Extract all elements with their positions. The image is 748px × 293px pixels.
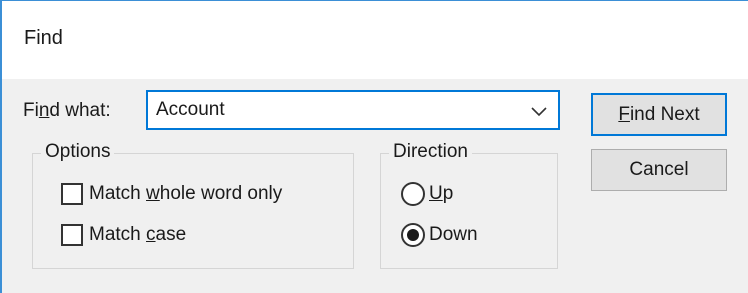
direction-group: Direction Up Down xyxy=(380,141,558,269)
chevron-down-icon[interactable] xyxy=(526,98,552,124)
find-what-input[interactable] xyxy=(150,94,520,126)
match-case-label-suffix: ase xyxy=(155,224,187,245)
direction-up-label-suffix: p xyxy=(442,183,454,204)
match-case-label-mnemonic: c xyxy=(146,224,156,245)
title-bar[interactable]: Find xyxy=(2,1,748,79)
find-what-label-prefix: Fi xyxy=(23,100,39,121)
match-whole-word-label-prefix: Match xyxy=(89,183,147,204)
find-next-button-suffix: ind Next xyxy=(629,103,700,125)
find-next-button-mnemonic: F xyxy=(618,103,630,125)
match-case-label-prefix: Match xyxy=(89,224,147,245)
match-whole-word-label-mnemonic: w xyxy=(146,183,160,204)
find-next-button[interactable]: Find Next xyxy=(591,93,727,136)
match-whole-word-checkbox[interactable] xyxy=(61,183,83,205)
find-what-label: Find what: xyxy=(23,100,111,122)
dialog-client-area: Find what: Options Match whole word only… xyxy=(2,79,748,293)
direction-up-radio-row[interactable]: Up xyxy=(401,182,453,206)
direction-up-radio[interactable] xyxy=(401,182,425,206)
direction-up-label: Up xyxy=(429,183,453,205)
find-what-combobox[interactable] xyxy=(146,90,560,130)
cancel-button-label: Cancel xyxy=(629,159,689,180)
direction-down-radio-row[interactable]: Down xyxy=(401,223,478,247)
find-next-button-label: Find Next xyxy=(618,104,699,126)
dialog-title: Find xyxy=(24,27,63,49)
direction-down-label: Down xyxy=(429,224,478,245)
match-whole-word-label-suffix: hole word only xyxy=(159,183,283,204)
cancel-button[interactable]: Cancel xyxy=(591,149,727,191)
find-what-label-suffix: d what: xyxy=(49,100,111,121)
options-legend: Options xyxy=(41,141,115,163)
direction-up-label-mnemonic: U xyxy=(429,183,443,204)
find-dialog: Find Find what: Options Match whole word… xyxy=(0,0,748,293)
direction-legend: Direction xyxy=(389,141,472,163)
match-case-checkbox-row[interactable]: Match case xyxy=(61,224,186,246)
match-case-checkbox[interactable] xyxy=(61,224,83,246)
match-whole-word-checkbox-row[interactable]: Match whole word only xyxy=(61,183,282,205)
options-group: Options Match whole word only Match case xyxy=(32,141,354,269)
match-whole-word-label: Match whole word only xyxy=(89,183,282,205)
match-case-label: Match case xyxy=(89,224,186,246)
find-what-label-mnemonic: n xyxy=(38,100,50,121)
direction-down-radio[interactable] xyxy=(401,223,425,247)
